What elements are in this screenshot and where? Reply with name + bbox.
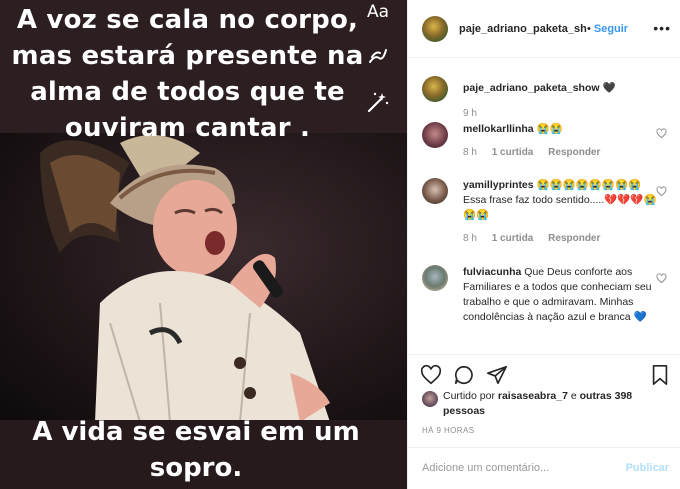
separator-dot: • (587, 22, 591, 35)
likes-conj: e (570, 390, 577, 402)
likes-user-link[interactable]: raisaseabra_7 (498, 390, 568, 402)
reply-button[interactable]: Responder (548, 233, 600, 244)
comment-input[interactable] (422, 462, 602, 474)
caption-top-line: alma de todos que te (30, 77, 345, 107)
singer-photo (0, 133, 407, 422)
comments-list: paje_adriano_paketa_show 🖤 9 h mellokarl… (408, 58, 680, 354)
comment-text: 😭😭 (536, 123, 563, 135)
like-comment-heart-icon[interactable] (656, 128, 667, 139)
avatar[interactable] (422, 122, 448, 148)
comment-username[interactable]: paje_adriano_paketa_show (463, 82, 600, 94)
like-comment-heart-icon[interactable] (656, 273, 667, 284)
comment-likes[interactable]: 1 curtida (492, 233, 534, 244)
more-options-icon[interactable]: ••• (653, 20, 671, 36)
comment-likes[interactable]: 1 curtida (492, 147, 534, 158)
comment-bubble-icon[interactable] (453, 364, 475, 386)
effects-wand-icon[interactable] (363, 88, 393, 116)
comment-time: 8 h (463, 233, 477, 244)
caption-top-line: mas estará presente na (11, 41, 364, 71)
comment-text: 🖤 (602, 82, 616, 94)
avatar[interactable] (422, 15, 448, 42)
post-actions (408, 354, 680, 394)
avatar[interactable] (422, 76, 448, 102)
caption-bottom-line: sopro. (149, 453, 243, 483)
caption-top-line: A voz se cala no corpo, (16, 5, 359, 35)
add-comment-bar: Publicar (408, 447, 680, 489)
likes-prefix: Curtido por (443, 390, 495, 402)
comment-username[interactable]: mellokarllinha (463, 123, 534, 135)
caption-top-line: ouviram cantar . (64, 113, 311, 143)
doodle-tool-icon[interactable] (363, 42, 393, 70)
post-timestamp[interactable]: HÁ 9 HORAS (422, 426, 474, 435)
post-header: paje_adriano_paketa_show • Seguir ••• (408, 0, 680, 58)
follow-button[interactable]: Seguir (594, 23, 628, 35)
comment-username[interactable]: yamillyprintes (463, 179, 534, 191)
likes-summary: Curtido por raisaseabra_7 e outras 398 p… (422, 389, 672, 419)
caption-bottom-line: A vida se esvai em um (32, 417, 360, 447)
like-heart-icon[interactable] (420, 364, 442, 386)
post-image: A voz se cala no corpo, mas estará prese… (0, 0, 407, 489)
caption-bottom: A vida se esvai em um sopro. (0, 414, 392, 486)
save-bookmark-icon[interactable] (649, 364, 671, 386)
avatar[interactable] (422, 178, 448, 204)
reply-button[interactable]: Responder (548, 147, 600, 158)
post-side-panel: paje_adriano_paketa_show • Seguir ••• pa… (407, 0, 680, 489)
comment-time: 9 h (463, 108, 477, 119)
like-comment-heart-icon[interactable] (656, 186, 667, 197)
caption-top: A voz se cala no corpo, mas estará prese… (0, 2, 375, 146)
avatar[interactable] (422, 265, 448, 291)
share-paper-plane-icon[interactable] (486, 364, 508, 386)
header-username[interactable]: paje_adriano_paketa_show (459, 23, 587, 35)
comment-time: 8 h (463, 147, 477, 158)
text-tool-icon[interactable]: Aa (363, 0, 393, 26)
avatar[interactable] (422, 391, 438, 407)
singer-illustration (40, 135, 330, 422)
comment-username[interactable]: fulviacunha (463, 266, 521, 278)
publish-button[interactable]: Publicar (626, 462, 669, 474)
